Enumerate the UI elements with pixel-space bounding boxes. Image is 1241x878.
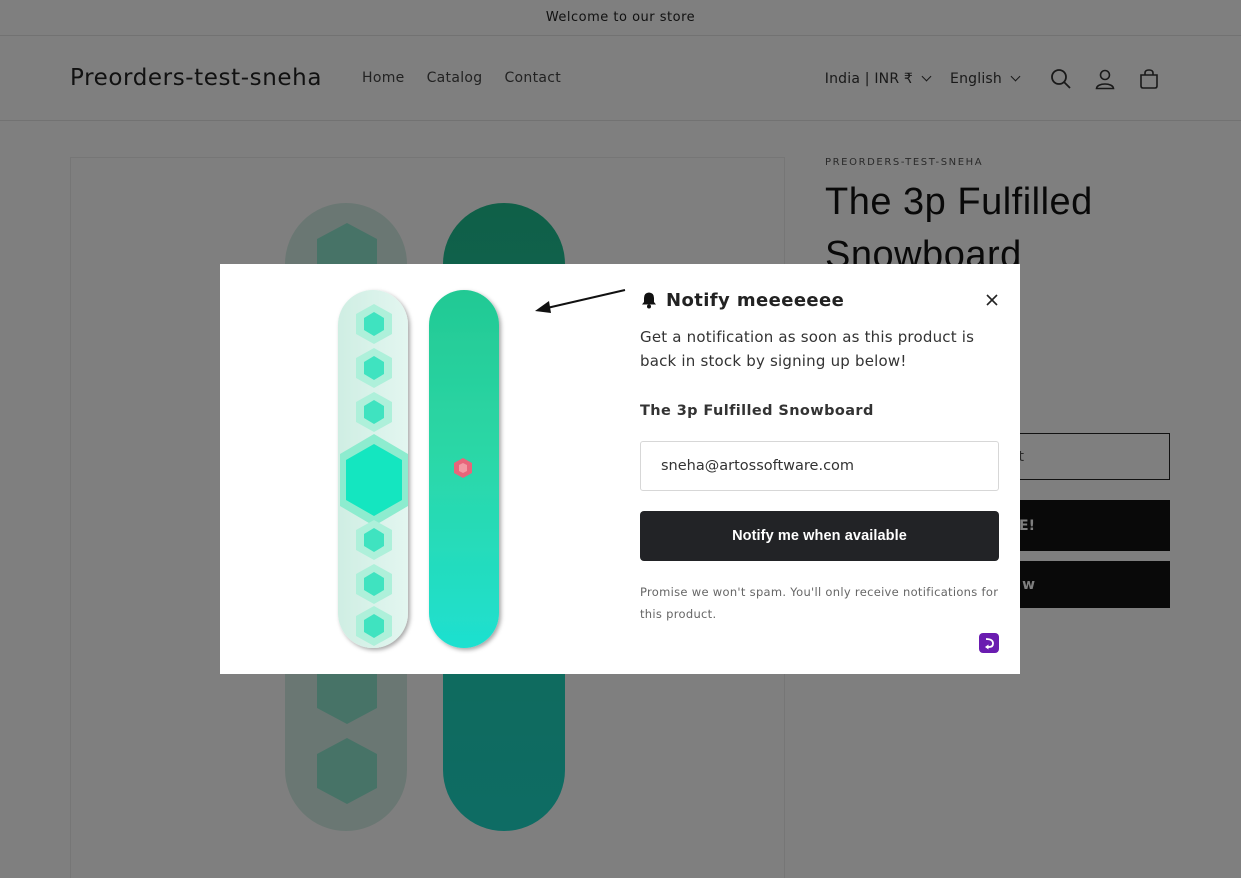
modal-product-image: [338, 290, 499, 648]
modal-title: Notify meeeeeee: [666, 289, 845, 311]
notify-modal: Notify meeeeeee Get a notification as so…: [220, 264, 1020, 674]
spam-note: Promise we won't spam. You'll only recei…: [640, 585, 999, 621]
notify-button[interactable]: Notify me when available: [640, 511, 999, 561]
app-badge-icon[interactable]: [979, 633, 999, 653]
modal-product-name: The 3p Fulfilled Snowboard: [640, 403, 874, 419]
email-field[interactable]: [640, 441, 999, 491]
arrow-annotation-icon: [535, 289, 626, 313]
close-icon[interactable]: [984, 292, 1000, 308]
modal-description: Get a notification as soon as this produ…: [640, 328, 975, 370]
modal-body: Notify meeeeeee Get a notification as so…: [640, 288, 1000, 625]
bell-icon: [640, 291, 658, 309]
modal-header: Notify meeeeeee: [640, 288, 1000, 312]
